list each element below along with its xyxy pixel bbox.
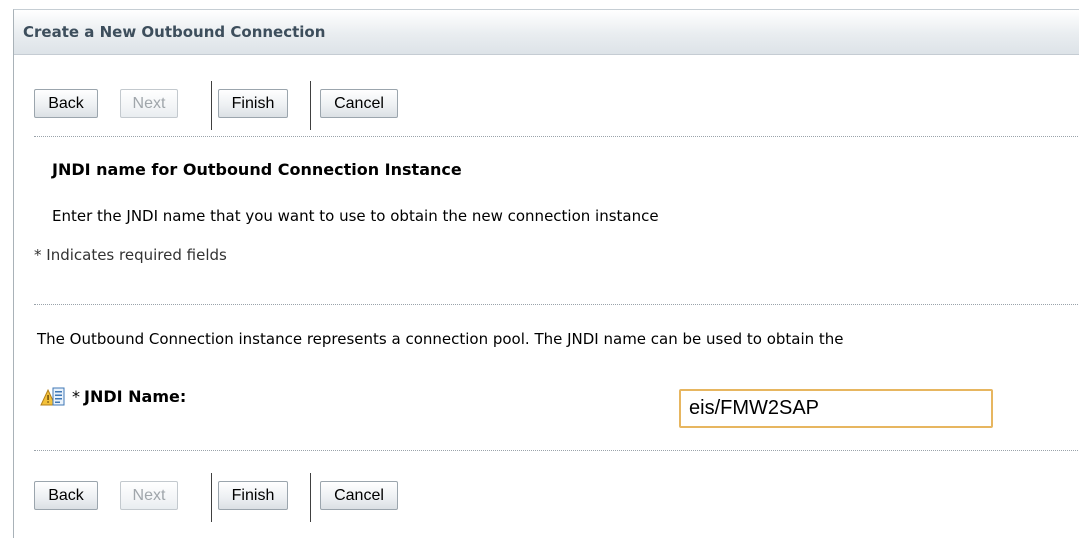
section-heading: JNDI name for Outbound Connection Instan… xyxy=(52,160,462,179)
divider xyxy=(34,136,1079,137)
instruction-text: Enter the JNDI name that you want to use… xyxy=(52,207,659,225)
separator xyxy=(211,81,212,130)
wizard-panel: Create a New Outbound Connection Back Ne… xyxy=(13,9,1079,538)
separator xyxy=(310,473,311,522)
required-fields-note: * Indicates required fields xyxy=(34,246,227,264)
warning-help-icon[interactable] xyxy=(40,387,66,409)
divider xyxy=(34,304,1079,305)
finish-button[interactable]: Finish xyxy=(218,89,288,118)
page-title: Create a New Outbound Connection xyxy=(23,23,326,41)
cancel-button[interactable]: Cancel xyxy=(320,89,398,118)
title-bar: Create a New Outbound Connection xyxy=(14,10,1079,55)
cancel-button[interactable]: Cancel xyxy=(320,481,398,510)
next-button: Next xyxy=(120,481,178,510)
jndi-name-input[interactable] xyxy=(679,389,993,428)
back-button[interactable]: Back xyxy=(34,481,98,510)
top-button-bar: Back Next Finish Cancel xyxy=(34,81,1079,130)
jndi-name-row: * JNDI Name: xyxy=(34,382,1079,432)
divider xyxy=(34,450,1079,451)
jndi-name-label-text: JNDI Name: xyxy=(84,387,187,406)
bottom-button-bar: Back Next Finish Cancel xyxy=(34,473,1079,522)
back-button[interactable]: Back xyxy=(34,89,98,118)
required-marker: * xyxy=(72,387,80,406)
description-text: The Outbound Connection instance represe… xyxy=(37,330,844,348)
jndi-name-label: * JNDI Name: xyxy=(72,387,186,406)
next-button: Next xyxy=(120,89,178,118)
separator xyxy=(310,81,311,130)
finish-button[interactable]: Finish xyxy=(218,481,288,510)
separator xyxy=(211,473,212,522)
